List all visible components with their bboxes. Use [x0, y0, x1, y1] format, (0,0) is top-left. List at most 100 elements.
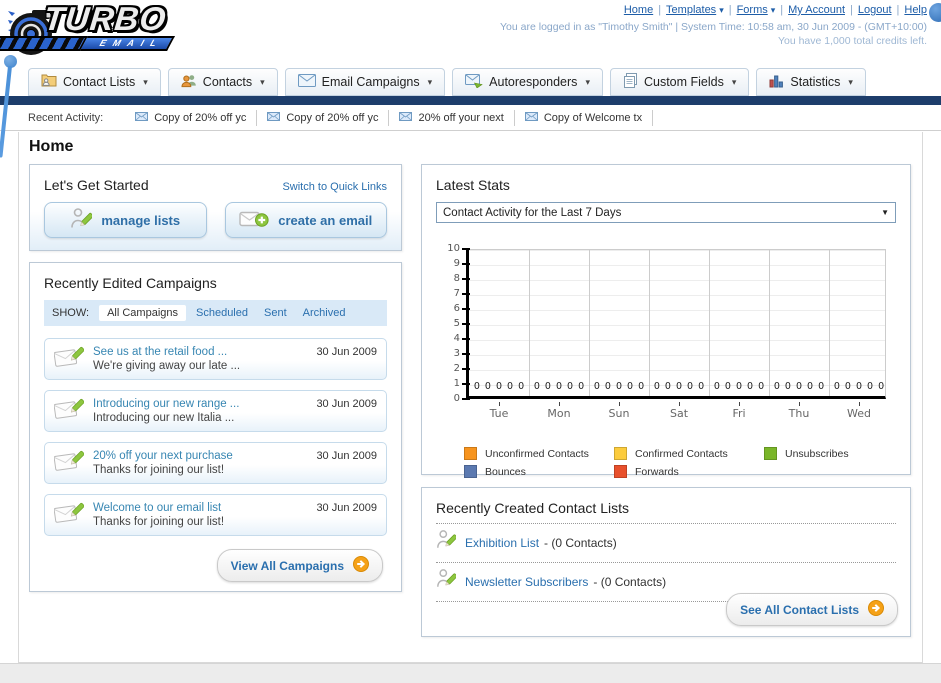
- contact-lists-panel: Recently Created Contact Lists Exhibitio…: [421, 487, 911, 637]
- recent-activity-item[interactable]: Copy of 20% off yc: [125, 109, 258, 126]
- pages-icon: [623, 73, 638, 91]
- switch-quick-links-link[interactable]: Switch to Quick Links: [282, 181, 387, 193]
- campaign-date: 30 Jun 2009: [316, 346, 377, 358]
- envelope-edit-icon: [53, 449, 85, 478]
- logo-email-bar: EMAIL: [0, 36, 175, 51]
- legend-item: Unsubscribes: [764, 447, 914, 460]
- create-email-label: create an email: [278, 212, 373, 228]
- top-links: Home | Templates ▾ | Forms ▾ | My Account | Logout…: [500, 4, 927, 16]
- create-email-button[interactable]: create an email: [224, 202, 387, 238]
- recent-activity-item[interactable]: 20% off your next: [389, 109, 515, 126]
- link-logout[interactable]: Logout: [858, 4, 892, 16]
- campaign-row[interactable]: 20% off your next purchase Thanks for jo…: [44, 442, 387, 484]
- link-separator: |: [658, 4, 662, 16]
- contact-list-link[interactable]: Newsletter Subscribers: [465, 575, 588, 589]
- legend-item: Confirmed Contacts: [614, 447, 764, 460]
- campaign-list: See us at the retail food ... We're givi…: [44, 338, 387, 536]
- tab-label: Contacts: [202, 75, 253, 89]
- campaign-row[interactable]: Introducing our new range ... Introducin…: [44, 390, 387, 432]
- content-frame: Home Let's Get Started Switch to Quick L…: [18, 132, 923, 663]
- contact-list-detail: - (0 Contacts): [593, 574, 667, 589]
- tab-label: Statistics: [790, 75, 841, 89]
- contact-list-detail: - (0 Contacts): [544, 535, 617, 550]
- divider-bar: [0, 96, 941, 105]
- recent-activity-text: Copy of 20% off yc: [154, 111, 247, 124]
- contact-list-row: Exhibition List - (0 Contacts): [436, 524, 896, 563]
- tab-label: Autoresponders: [489, 75, 578, 89]
- view-all-campaigns-button[interactable]: View All Campaigns: [216, 549, 383, 582]
- campaign-filter-link[interactable]: Sent: [264, 307, 287, 319]
- chevron-down-icon: ▾: [260, 76, 265, 87]
- campaign-row[interactable]: See us at the retail food ... We're givi…: [44, 338, 387, 380]
- envelope-edit-icon: [53, 501, 85, 530]
- tab-label: Email Campaigns: [321, 75, 420, 89]
- login-info: You are logged in as "Timothy Smith" | S…: [500, 21, 927, 33]
- tab-custom-fields[interactable]: Custom Fields ▾: [609, 68, 750, 96]
- link-help[interactable]: Help: [904, 4, 927, 16]
- stats-period-value: Contact Activity for the Last 7 Days: [443, 206, 622, 219]
- campaign-filter-bar: SHOW: All Campaigns Scheduled Sent Archi…: [44, 300, 387, 326]
- campaign-date: 30 Jun 2009: [316, 502, 377, 514]
- tab-autoresponders[interactable]: Autoresponders ▾: [452, 68, 603, 96]
- tab-email-campaigns[interactable]: Email Campaigns ▾: [284, 68, 446, 96]
- campaign-subtitle: We're giving away our late ...: [93, 360, 241, 372]
- chevron-down-icon: ▼: [881, 208, 889, 217]
- tab-statistics[interactable]: Statistics ▾: [756, 68, 866, 96]
- recent-activity-bar: Recent Activity: Copy of 20% off yc Copy…: [0, 105, 941, 131]
- campaign-title-link[interactable]: 20% off your next purchase: [93, 450, 316, 462]
- envelope-icon: [399, 111, 413, 124]
- campaign-title-link[interactable]: See us at the retail food ...: [93, 346, 316, 358]
- chevron-down-icon: ▾: [585, 76, 590, 87]
- tab-label: Custom Fields: [643, 75, 724, 89]
- credits-info: You have 1,000 total credits left.: [777, 35, 927, 47]
- campaign-filter-link[interactable]: Scheduled: [196, 307, 248, 319]
- envelope-arrow-icon: [465, 73, 483, 91]
- recent-activity-text: Copy of Welcome tx: [543, 111, 643, 124]
- person-pencil-icon: [70, 207, 94, 234]
- chart-value-labels: 00000: [653, 381, 705, 392]
- campaign-filter-link[interactable]: Archived: [303, 307, 346, 319]
- chevron-down-icon: ▾: [719, 5, 724, 15]
- legend-item: Bounces: [464, 465, 614, 478]
- campaign-subtitle: Thanks for joining our list!: [93, 516, 225, 528]
- chevron-down-icon: ▾: [427, 76, 433, 87]
- contacts-people-icon: [181, 73, 197, 91]
- link-templates[interactable]: Templates ▾: [666, 4, 724, 16]
- chevron-down-icon: ▾: [143, 76, 148, 87]
- link-home[interactable]: Home: [624, 4, 653, 16]
- chart-value-labels: 00000: [533, 381, 585, 392]
- recent-activity-item[interactable]: Copy of Welcome tx: [515, 109, 654, 126]
- recent-activity-text: Copy of 20% off yc: [286, 111, 379, 124]
- main-nav: Contact Lists ▾ Contacts ▾ Email Campaig…: [0, 66, 941, 96]
- tab-label: Contact Lists: [63, 75, 136, 89]
- latest-stats-title: Latest Stats: [436, 177, 510, 193]
- view-all-campaigns-label: View All Campaigns: [230, 558, 344, 573]
- stats-period-select[interactable]: Contact Activity for the Last 7 Days ▼: [436, 202, 896, 223]
- contact-lists-folder-icon: [41, 73, 57, 91]
- campaign-row[interactable]: Welcome to our email list Thanks for joi…: [44, 494, 387, 536]
- link-separator: |: [850, 4, 853, 16]
- campaign-filter-link[interactable]: All Campaigns: [99, 305, 186, 321]
- see-all-contact-lists-button[interactable]: See All Contact Lists: [726, 593, 898, 626]
- campaign-date: 30 Jun 2009: [316, 398, 377, 410]
- contact-list-link[interactable]: Exhibition List: [465, 536, 539, 550]
- manage-lists-button[interactable]: manage lists: [44, 202, 207, 238]
- link-forms[interactable]: Forms ▾: [737, 4, 776, 16]
- campaign-title-link[interactable]: Welcome to our email list: [93, 502, 316, 514]
- page: TURBO EMAIL Home | Templates ▾ | Forms ▾ | My Ac…: [0, 0, 941, 683]
- manage-lists-label: manage lists: [101, 212, 181, 228]
- envelope-icon: [297, 74, 316, 90]
- link-separator: |: [780, 4, 784, 16]
- recent-activity-item[interactable]: Copy of 20% off yc: [257, 109, 390, 126]
- tab-contact-lists[interactable]: Contact Lists ▾: [28, 68, 161, 96]
- chevron-down-icon: ▾: [731, 76, 737, 87]
- link-my-account[interactable]: My Account: [788, 4, 845, 16]
- chart-legend: Unconfirmed Contacts Confirmed Contacts Un…: [464, 447, 896, 478]
- tab-contacts[interactable]: Contacts ▾: [167, 68, 278, 96]
- contact-lists-title: Recently Created Contact Lists: [436, 500, 896, 524]
- pin-line: [0, 65, 12, 158]
- chevron-down-icon: ▾: [770, 5, 776, 15]
- campaign-title-link[interactable]: Introducing our new range ...: [93, 398, 316, 410]
- link-separator: |: [728, 4, 732, 16]
- decorative-circle: [929, 3, 941, 22]
